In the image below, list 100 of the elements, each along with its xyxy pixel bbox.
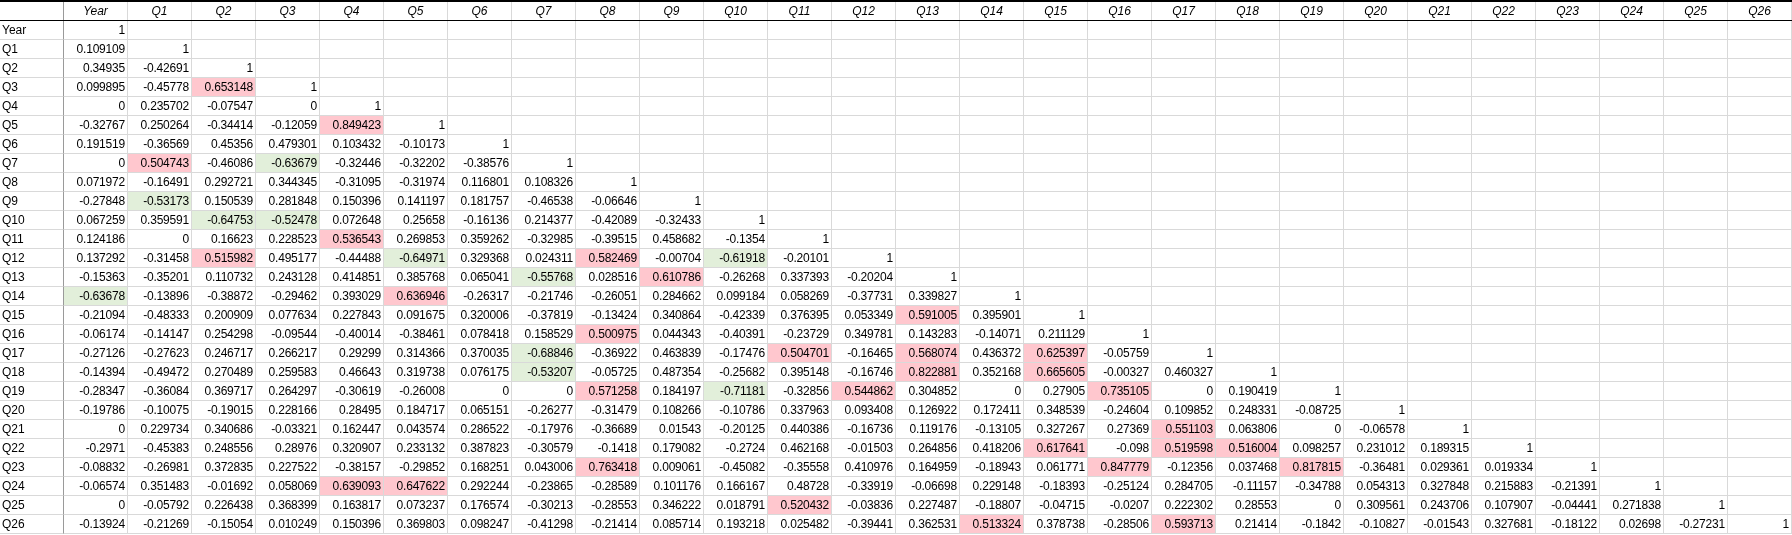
empty-cell [1728, 420, 1792, 439]
empty-cell [1024, 21, 1088, 40]
empty-cell [1728, 477, 1792, 496]
empty-cell [1344, 97, 1408, 116]
empty-cell [1344, 344, 1408, 363]
empty-cell [1664, 287, 1728, 306]
empty-cell [1344, 287, 1408, 306]
empty-cell [1600, 439, 1664, 458]
empty-cell [1344, 230, 1408, 249]
empty-cell [1536, 401, 1600, 420]
empty-cell [1152, 173, 1216, 192]
table-cell: 0 [960, 382, 1024, 401]
table-cell: 0.822881 [896, 363, 960, 382]
table-cell: 0.248331 [1216, 401, 1280, 420]
empty-cell [704, 192, 768, 211]
row-header: Q2 [0, 59, 64, 78]
table-cell: 0.227843 [320, 306, 384, 325]
empty-cell [1472, 154, 1536, 173]
table-cell: -0.26981 [128, 458, 192, 477]
empty-cell [1664, 78, 1728, 97]
table-cell: -0.16736 [832, 420, 896, 439]
table-cell: 0.235702 [128, 97, 192, 116]
table-cell: 1 [1280, 382, 1344, 401]
table-cell: 0.320006 [448, 306, 512, 325]
empty-cell [704, 78, 768, 97]
table-cell: 0.246717 [192, 344, 256, 363]
empty-cell [832, 211, 896, 230]
empty-cell [640, 21, 704, 40]
empty-cell [576, 40, 640, 59]
empty-cell [1344, 78, 1408, 97]
table-cell: -0.27231 [1664, 515, 1728, 534]
table-cell: -0.53173 [128, 192, 192, 211]
table-cell: -0.36481 [1344, 458, 1408, 477]
empty-cell [1088, 78, 1152, 97]
empty-cell [1728, 287, 1792, 306]
empty-cell [1600, 306, 1664, 325]
empty-cell [1088, 192, 1152, 211]
empty-cell [1472, 420, 1536, 439]
table-cell: -0.04441 [1536, 496, 1600, 515]
row-header: Q21 [0, 420, 64, 439]
empty-cell [1536, 230, 1600, 249]
empty-cell [1536, 325, 1600, 344]
empty-cell [448, 40, 512, 59]
empty-cell [1728, 344, 1792, 363]
row-header: Q15 [0, 306, 64, 325]
empty-cell [1216, 325, 1280, 344]
table-cell: 0.327848 [1408, 477, 1472, 496]
empty-cell [960, 211, 1024, 230]
table-cell: 0.440386 [768, 420, 832, 439]
table-cell: 0.593713 [1152, 515, 1216, 534]
table-cell: -0.06174 [64, 325, 128, 344]
table-cell: 1 [640, 192, 704, 211]
table-cell: -0.14147 [128, 325, 192, 344]
row-header: Q17 [0, 344, 64, 363]
table-cell: -0.06574 [64, 477, 128, 496]
empty-cell [1472, 59, 1536, 78]
table-cell: 0.215883 [1472, 477, 1536, 496]
empty-cell [1536, 154, 1600, 173]
empty-cell [1728, 325, 1792, 344]
row-header: Q24 [0, 477, 64, 496]
empty-cell [1536, 40, 1600, 59]
table-cell: 0.243128 [256, 268, 320, 287]
table-cell: 0.193218 [704, 515, 768, 534]
empty-cell [1536, 97, 1600, 116]
empty-cell [768, 211, 832, 230]
column-header: Q4 [320, 2, 384, 20]
table-cell: -0.17976 [512, 420, 576, 439]
empty-cell [1536, 192, 1600, 211]
empty-cell [1536, 420, 1600, 439]
empty-cell [1344, 325, 1408, 344]
table-cell: 0.25658 [384, 211, 448, 230]
table-cell: -0.26268 [704, 268, 768, 287]
empty-cell [1216, 116, 1280, 135]
table-cell: -0.06578 [1344, 420, 1408, 439]
empty-cell [1536, 21, 1600, 40]
table-cell: 0.029361 [1408, 458, 1472, 477]
table-cell: 0.359262 [448, 230, 512, 249]
empty-cell [1152, 325, 1216, 344]
table-cell: 0.044343 [640, 325, 704, 344]
row-header: Year [0, 21, 64, 40]
empty-cell [832, 59, 896, 78]
column-header: Q7 [512, 2, 576, 20]
empty-cell [1024, 154, 1088, 173]
empty-cell [1728, 230, 1792, 249]
empty-cell [1600, 363, 1664, 382]
table-cell: 1 [896, 268, 960, 287]
table-cell: 0.284662 [640, 287, 704, 306]
table-cell: -0.53207 [512, 363, 576, 382]
empty-cell [1728, 306, 1792, 325]
empty-cell [1728, 97, 1792, 116]
empty-cell [1664, 268, 1728, 287]
column-header: Q14 [960, 2, 1024, 20]
table-cell: 0.460327 [1152, 363, 1216, 382]
empty-cell [320, 78, 384, 97]
row-header: Q13 [0, 268, 64, 287]
table-cell: -0.10786 [704, 401, 768, 420]
table-cell: 0.368399 [256, 496, 320, 515]
empty-cell [704, 154, 768, 173]
table-cell: 0.108326 [512, 173, 576, 192]
table-cell: -0.24604 [1088, 401, 1152, 420]
